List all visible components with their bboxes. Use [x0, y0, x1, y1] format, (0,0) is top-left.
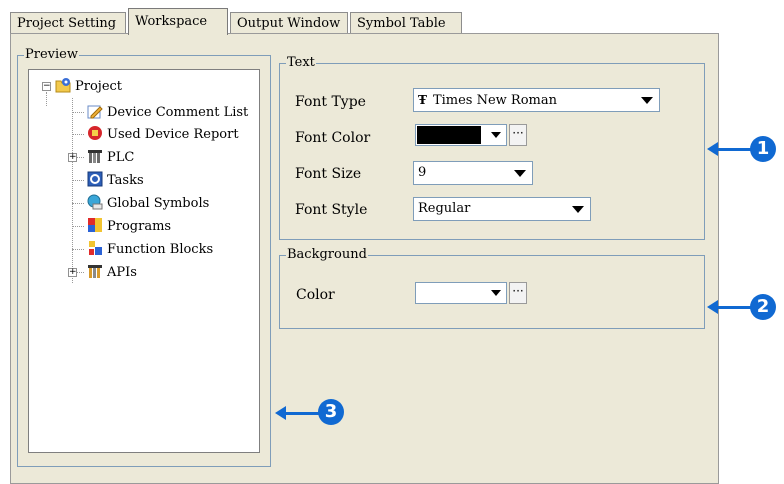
text-group-title: Text — [286, 55, 316, 71]
background-color-picker[interactable] — [415, 282, 507, 304]
font-size-select[interactable]: 9 — [413, 161, 533, 185]
tree-item-programs[interactable]: Programs — [87, 217, 171, 235]
tree-item-global-symbols[interactable]: Global Symbols — [87, 194, 209, 212]
callout-1-badge: 1 — [750, 136, 776, 162]
tree-item-label: APIs — [107, 265, 137, 280]
background-group-title: Background — [286, 247, 368, 263]
tree-item-plc[interactable]: PLC — [87, 148, 134, 166]
programs-icon — [87, 217, 103, 233]
tab-project-setting[interactable]: Project Setting — [10, 12, 126, 34]
tree-item-function-blocks[interactable]: Function Blocks — [87, 240, 213, 258]
tree-item-label: Function Blocks — [107, 242, 214, 257]
callout-2-badge: 2 — [750, 294, 776, 320]
tree-item-tasks[interactable]: Tasks — [87, 171, 144, 189]
used-device-report-icon — [87, 125, 103, 141]
tree-item-used-device-report[interactable]: Used Device Report — [87, 125, 239, 143]
plc-icon — [87, 148, 103, 164]
tree-item-label: PLC — [107, 150, 135, 165]
callout-2-line — [717, 306, 751, 309]
global-symbols-icon — [87, 194, 103, 210]
tree-item-apis[interactable]: APIs — [87, 263, 137, 281]
font-color-more-button[interactable]: ··· — [509, 124, 527, 146]
chevron-down-icon — [641, 97, 653, 104]
truetype-font-icon: Ŧ — [418, 93, 427, 107]
background-color-more-button[interactable]: ··· — [509, 282, 527, 304]
tree-item-label: Device Comment List — [107, 105, 249, 120]
chevron-down-icon — [491, 132, 501, 138]
font-style-value: Regular — [418, 201, 471, 216]
font-style-select[interactable]: Regular — [413, 197, 591, 221]
tab-symbol-table[interactable]: Symbol Table — [350, 12, 462, 34]
expand-apis-toggle[interactable]: + — [68, 268, 77, 277]
chevron-down-icon — [491, 290, 501, 296]
font-color-picker[interactable] — [415, 124, 507, 146]
tree-item-label: Global Symbols — [107, 196, 210, 211]
font-style-label: Font Style — [295, 202, 368, 218]
tree-item-label: Programs — [107, 219, 172, 234]
chevron-down-icon — [514, 170, 526, 177]
tasks-icon — [87, 171, 103, 187]
font-size-value: 9 — [418, 165, 427, 180]
tree-item-label: Project — [75, 79, 123, 94]
tree-item-label: Tasks — [107, 173, 144, 188]
font-type-select[interactable]: Ŧ Times New Roman — [413, 88, 660, 112]
device-comment-list-icon — [87, 103, 103, 119]
background-color-label: Color — [296, 287, 335, 303]
tree-item-project[interactable]: Project — [55, 77, 122, 95]
function-blocks-icon — [87, 240, 103, 256]
font-type-value: Times New Roman — [432, 93, 557, 108]
font-color-swatch — [417, 126, 481, 144]
apis-icon — [87, 263, 103, 279]
preview-group-title: Preview — [24, 47, 79, 63]
tab-output-window[interactable]: Output Window — [230, 12, 348, 34]
background-color-swatch — [417, 284, 481, 302]
callout-1-line — [717, 148, 751, 151]
preview-tree[interactable]: − + + Project Device Comment List Used D… — [28, 69, 260, 453]
tab-workspace[interactable]: Workspace — [128, 8, 228, 35]
font-size-label: Font Size — [295, 166, 362, 182]
tree-item-label: Used Device Report — [107, 127, 239, 142]
font-type-label: Font Type — [295, 94, 366, 110]
tree-item-device-comment-list[interactable]: Device Comment List — [87, 103, 248, 121]
chevron-down-icon — [572, 206, 584, 213]
project-icon — [55, 77, 71, 93]
font-color-label: Font Color — [295, 130, 371, 146]
collapse-project-toggle[interactable]: − — [42, 82, 51, 91]
callout-3-line — [285, 412, 321, 415]
callout-3-badge: 3 — [318, 399, 344, 425]
expand-plc-toggle[interactable]: + — [68, 153, 77, 162]
